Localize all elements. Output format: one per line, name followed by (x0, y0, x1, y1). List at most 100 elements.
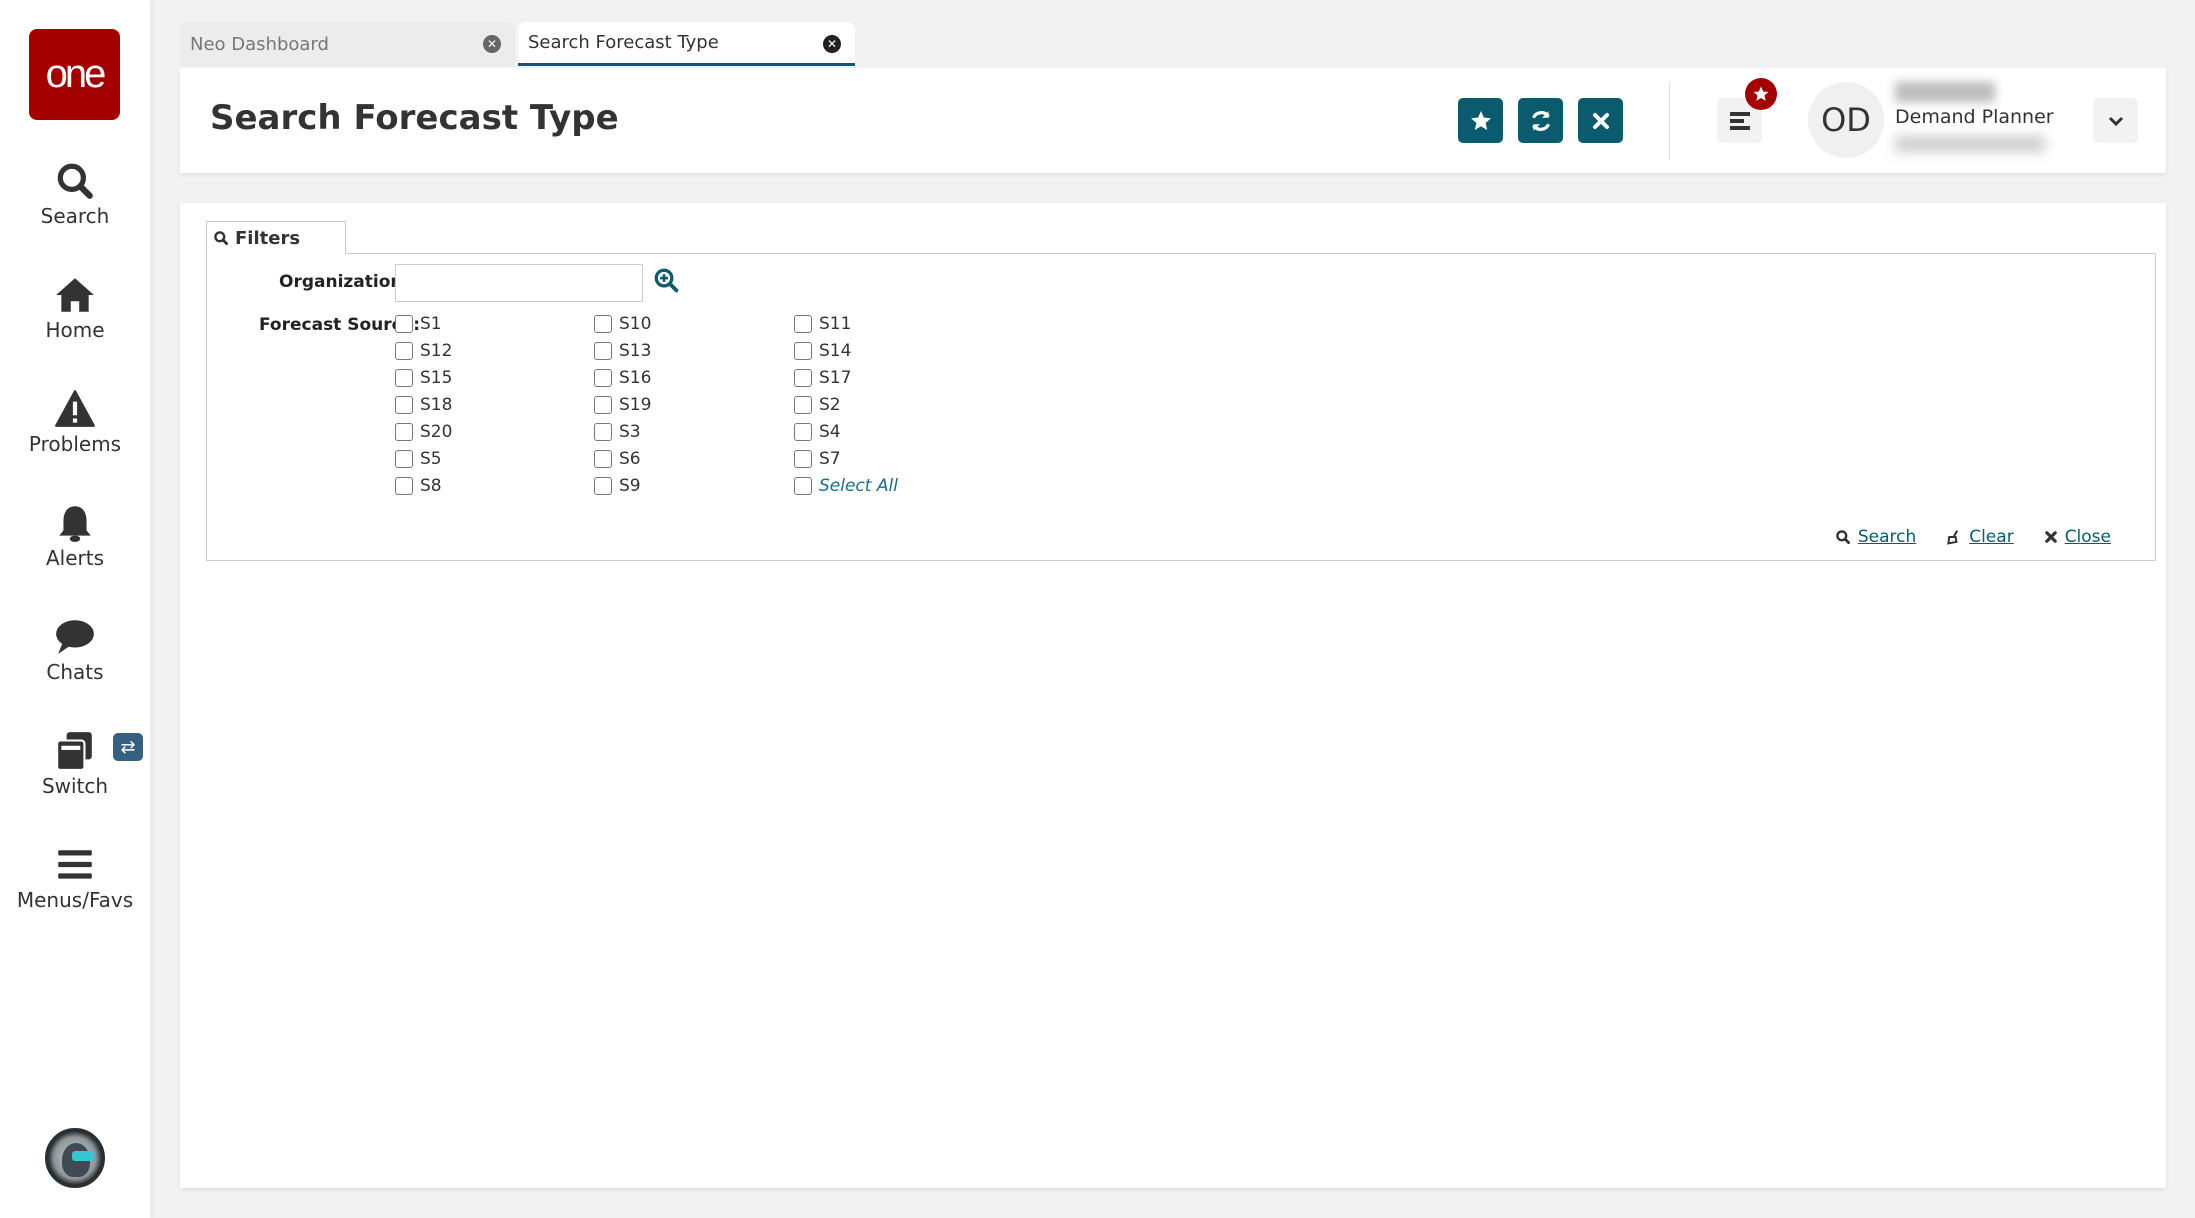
robot-assistant-icon[interactable] (45, 1128, 105, 1188)
clear-button[interactable]: Clear (1946, 527, 2014, 547)
checkbox-box[interactable] (594, 477, 612, 495)
content-panel: Filters Organization: Forecast Source: S… (180, 203, 2166, 1188)
checkbox-label: S13 (619, 341, 652, 361)
star-icon (1753, 86, 1769, 101)
forecast-source-checkbox[interactable]: S9 (594, 476, 641, 496)
checkbox-box[interactable] (794, 369, 812, 387)
forecast-source-checkbox[interactable]: S20 (395, 422, 452, 442)
swap-arrows-icon[interactable]: ⇄ (113, 733, 143, 761)
sidebar-item-problems[interactable]: Problems (0, 388, 150, 456)
favorite-button[interactable] (1458, 98, 1503, 143)
page-title: Search Forecast Type (210, 98, 619, 138)
forecast-source-checkbox[interactable]: S6 (594, 449, 641, 469)
checkbox-box[interactable] (395, 369, 413, 387)
organization-label: Organization: (279, 272, 410, 292)
organization-lookup-button[interactable] (653, 267, 679, 297)
checkbox-box[interactable] (395, 342, 413, 360)
forecast-source-checkbox[interactable]: S13 (594, 341, 651, 361)
checkbox-label: S3 (619, 422, 641, 442)
filter-actions: Search Clear Close (1835, 527, 2111, 547)
checkbox-box[interactable] (794, 315, 812, 333)
user-name-redacted (1895, 82, 1995, 102)
forecast-source-checkbox[interactable]: S11 (794, 314, 851, 334)
sidebar-item-label: Home (45, 318, 105, 342)
sidebar: one Search Home Problems Alerts Chats Sw… (0, 0, 150, 1218)
close-icon (2044, 531, 2057, 543)
checkbox-box[interactable] (395, 477, 413, 495)
close-page-button[interactable] (1578, 98, 1623, 143)
refresh-icon (1531, 110, 1550, 131)
forecast-source-checkbox[interactable]: S14 (794, 341, 851, 361)
checkbox-box[interactable] (794, 450, 812, 468)
checkbox-box[interactable] (794, 342, 812, 360)
checkbox-box[interactable] (395, 450, 413, 468)
select-all-checkbox[interactable]: Select All (794, 476, 898, 496)
app-logo[interactable]: one (29, 29, 120, 120)
forecast-source-checkbox[interactable]: S19 (594, 395, 651, 415)
user-avatar[interactable]: OD (1808, 82, 1884, 158)
sidebar-item-home[interactable]: Home (0, 274, 150, 342)
sidebar-item-menus-favs[interactable]: Menus/Favs (0, 844, 150, 912)
checkbox-box[interactable] (594, 369, 612, 387)
header-divider (1669, 82, 1670, 160)
forecast-source-checkbox[interactable]: S8 (395, 476, 442, 496)
forecast-source-checkbox[interactable]: S3 (594, 422, 641, 442)
filters-panel: Organization: Forecast Source: S1 S10 S11 S… (206, 253, 2156, 561)
checkbox-box[interactable] (594, 450, 612, 468)
checkbox-box[interactable] (395, 396, 413, 414)
filters-tab[interactable]: Filters (206, 221, 346, 254)
tab-neo-dashboard[interactable]: Neo Dashboard ✕ (180, 22, 515, 66)
sidebar-item-label: Problems (28, 432, 122, 456)
close-button[interactable]: Close (2044, 527, 2111, 547)
checkbox-box[interactable] (594, 396, 612, 414)
close-tab-icon[interactable]: ✕ (823, 35, 841, 53)
switch-windows-icon (56, 732, 92, 771)
checkbox-box[interactable] (395, 423, 413, 441)
chat-bubble-icon (56, 620, 94, 654)
checkbox-label: S20 (420, 422, 453, 442)
checkbox-label: S10 (619, 314, 652, 334)
hamburger-menu-icon (1729, 111, 1750, 130)
sidebar-item-search[interactable]: Search (0, 160, 150, 228)
sidebar-item-chats[interactable]: Chats (0, 616, 150, 684)
forecast-source-checkbox[interactable]: S2 (794, 395, 841, 415)
checkbox-box[interactable] (794, 477, 812, 495)
organization-input[interactable] (395, 264, 643, 302)
checkbox-box[interactable] (594, 423, 612, 441)
filters-tab-label: Filters (235, 227, 301, 249)
user-org-redacted (1895, 136, 2045, 152)
forecast-source-checkbox[interactable]: S5 (395, 449, 442, 469)
user-role: Demand Planner (1895, 106, 2054, 128)
close-tab-icon[interactable]: ✕ (483, 35, 501, 53)
checkbox-box[interactable] (594, 315, 612, 333)
forecast-source-checkbox[interactable]: S12 (395, 341, 452, 361)
forecast-source-checkbox[interactable]: S10 (594, 314, 651, 334)
search-label: Search (1857, 527, 1917, 547)
refresh-button[interactable] (1518, 98, 1563, 143)
sidebar-item-label: Menus/Favs (16, 888, 134, 912)
checkbox-label: S4 (819, 422, 841, 442)
user-dropdown-button[interactable] (2093, 98, 2138, 143)
checkbox-box[interactable] (395, 315, 413, 333)
sidebar-item-label: Chats (46, 660, 104, 684)
chevron-down-icon (2108, 116, 2123, 126)
star-icon (1470, 110, 1491, 130)
forecast-source-checkbox[interactable]: S17 (794, 368, 851, 388)
logo-text: one (45, 52, 107, 96)
sidebar-item-alerts[interactable]: Alerts (0, 502, 150, 570)
checkbox-box[interactable] (794, 396, 812, 414)
zoom-in-icon (654, 268, 679, 293)
forecast-source-checkbox[interactable]: S16 (594, 368, 651, 388)
forecast-source-checkbox[interactable]: S18 (395, 395, 452, 415)
eraser-broom-icon (1947, 530, 1959, 545)
sidebar-item-label: Search (40, 204, 110, 228)
forecast-source-checkbox[interactable]: S1 (395, 314, 442, 334)
forecast-source-checkbox[interactable]: S4 (794, 422, 841, 442)
search-button[interactable]: Search (1835, 527, 1916, 547)
tab-search-forecast-type[interactable]: Search Forecast Type ✕ (518, 22, 855, 66)
forecast-source-checkbox[interactable]: S15 (395, 368, 452, 388)
checkbox-box[interactable] (794, 423, 812, 441)
forecast-source-checkbox[interactable]: S7 (794, 449, 841, 469)
search-icon (57, 163, 93, 199)
checkbox-box[interactable] (594, 342, 612, 360)
